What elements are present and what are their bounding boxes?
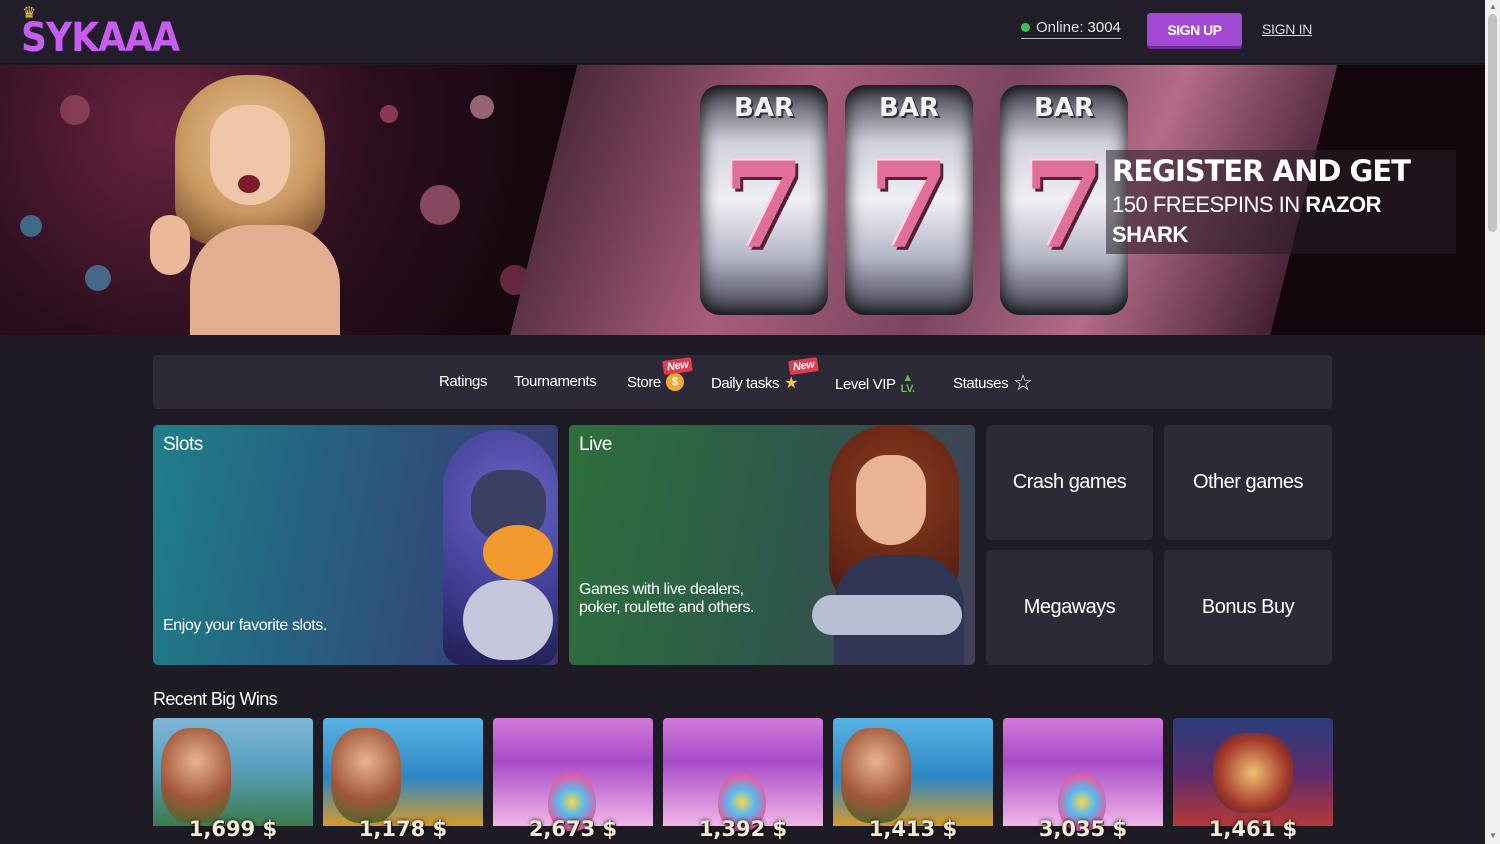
- promo-banner[interactable]: BAR 7 BAR 7 BAR 7 REGISTER AND GET 150 F…: [0, 65, 1485, 335]
- gorilla-illustration: [443, 430, 558, 665]
- scroll-down-arrow-icon[interactable]: ▼: [1489, 832, 1497, 840]
- nav-item-label: Daily tasks: [711, 374, 780, 392]
- banner-title-line2: 150 FREESPINS IN RAZOR SHARK: [1106, 190, 1456, 254]
- category-tile-other-games[interactable]: Other games: [1164, 425, 1332, 540]
- online-counter: Online: 3004: [1021, 19, 1121, 39]
- bokeh-light: [470, 95, 494, 119]
- star-outline-icon: ☆: [1013, 370, 1033, 395]
- sign-up-button[interactable]: SIGN UP: [1147, 13, 1242, 46]
- nav-item-level-vip[interactable]: Level VIP ▲ LV.: [835, 373, 915, 395]
- win-amount: 3,035 $: [1038, 817, 1128, 841]
- scroll-up-arrow-icon[interactable]: ▲: [1489, 3, 1497, 11]
- recent-win-card[interactable]: 1,699 $: [153, 718, 313, 844]
- star-icon: ★: [784, 375, 799, 392]
- game-thumbnail: [323, 718, 483, 826]
- win-amount: 1,413 $: [868, 817, 958, 841]
- bokeh-light: [60, 95, 90, 125]
- feature-nav: Ratings Tournaments New Store $ New Dail…: [153, 355, 1332, 409]
- slot-reel: BAR 7: [700, 85, 828, 315]
- recent-wins-heading: Recent Big Wins: [153, 689, 278, 709]
- banner-offer-text: 150 FREESPINS IN: [1112, 192, 1300, 217]
- online-count: 3004: [1087, 19, 1121, 36]
- nav-item-label: Store: [627, 373, 661, 391]
- game-thumbnail: [1173, 718, 1333, 826]
- game-thumbnail: [1003, 718, 1163, 831]
- game-thumbnail: [663, 718, 823, 831]
- game-thumbnail: [493, 718, 653, 831]
- scrollbar-thumb[interactable]: [1488, 14, 1497, 232]
- recent-win-card[interactable]: 1,178 $: [323, 718, 483, 844]
- online-status-dot: [1021, 23, 1030, 32]
- category-tile-bonus-buy[interactable]: Bonus Buy: [1164, 550, 1332, 665]
- new-badge: New: [662, 357, 694, 375]
- category-tile-live[interactable]: Live Games with live dealers, poker, rou…: [569, 425, 975, 665]
- win-amount: 1,699 $: [188, 817, 278, 841]
- level-icon-text: LV.: [900, 383, 915, 395]
- category-tile-crash-games[interactable]: Crash games: [986, 425, 1153, 540]
- site-logo[interactable]: ♛ SYKAAA: [21, 6, 180, 60]
- dealer-illustration: [794, 425, 974, 665]
- win-amount: 1,461 $: [1208, 817, 1298, 841]
- coin-icon: $: [665, 373, 684, 391]
- bokeh-light: [85, 265, 111, 291]
- reel-bar-symbol: BAR: [879, 93, 939, 123]
- recent-win-card[interactable]: 2,673 $: [493, 718, 653, 844]
- nav-item-label: Level VIP: [835, 375, 896, 393]
- game-thumbnail: [153, 718, 313, 826]
- nav-item-label: Tournaments: [514, 373, 597, 390]
- logo-text: SYKAAA: [21, 15, 180, 61]
- nav-item-statuses[interactable]: Statuses ☆: [953, 370, 1033, 395]
- level-up-icon: ▲ LV.: [900, 372, 915, 395]
- game-character-art: [1213, 733, 1293, 813]
- tile-description: Games with live dealers, poker, roulette…: [579, 581, 755, 616]
- recent-win-card[interactable]: 1,392 $: [663, 718, 823, 844]
- category-tile-megaways[interactable]: Megaways: [986, 550, 1153, 665]
- win-amount: 1,392 $: [698, 817, 788, 841]
- bokeh-light: [380, 105, 398, 123]
- recent-win-card[interactable]: 3,035 $: [1003, 718, 1163, 844]
- page-scrollbar[interactable]: ▲ ▼: [1485, 0, 1500, 844]
- nav-item-label: Statuses: [953, 374, 1009, 392]
- banner-title-line1: REGISTER AND GET: [1112, 154, 1411, 188]
- nav-item-tournaments[interactable]: Tournaments: [514, 373, 597, 390]
- category-tile-slots[interactable]: Slots Enjoy your favorite slots.: [153, 425, 558, 665]
- online-label: Online:: [1036, 19, 1084, 36]
- banner-headline: REGISTER AND GET 150 FREESPINS IN RAZOR …: [1106, 150, 1456, 254]
- recent-win-card[interactable]: 1,413 $: [833, 718, 993, 844]
- game-character-art: [841, 728, 911, 823]
- reel-bar-symbol: BAR: [734, 93, 794, 123]
- nav-item-daily-tasks[interactable]: New Daily tasks ★: [711, 357, 820, 393]
- bokeh-light: [20, 215, 42, 237]
- new-badge: New: [788, 357, 820, 375]
- game-thumbnail: [833, 718, 993, 826]
- slot-reel: BAR 7: [845, 85, 973, 315]
- bokeh-light: [420, 185, 460, 225]
- reel-bar-symbol: BAR: [1034, 93, 1094, 123]
- game-character-art: [161, 728, 231, 823]
- nav-item-store[interactable]: New Store $: [627, 357, 694, 391]
- tile-description: Enjoy your favorite slots.: [163, 617, 327, 634]
- nav-item-label: Ratings: [439, 373, 488, 390]
- reel-seven-symbol: 7: [867, 136, 951, 275]
- win-amount: 1,178 $: [358, 817, 448, 841]
- top-header: ♛ SYKAAA Online: 3004 SIGN UP SIGN IN: [0, 0, 1485, 64]
- win-amount: 2,673 $: [528, 817, 618, 841]
- reel-seven-symbol: 7: [722, 136, 806, 275]
- recent-win-card[interactable]: 1,461 $: [1173, 718, 1333, 844]
- sign-in-link[interactable]: SIGN IN: [1262, 21, 1312, 37]
- tile-title: Slots: [163, 434, 203, 455]
- banner-woman-illustration: [150, 75, 370, 335]
- tile-title: Live: [579, 434, 612, 455]
- game-character-art: [331, 728, 401, 823]
- nav-item-ratings[interactable]: Ratings: [439, 373, 487, 390]
